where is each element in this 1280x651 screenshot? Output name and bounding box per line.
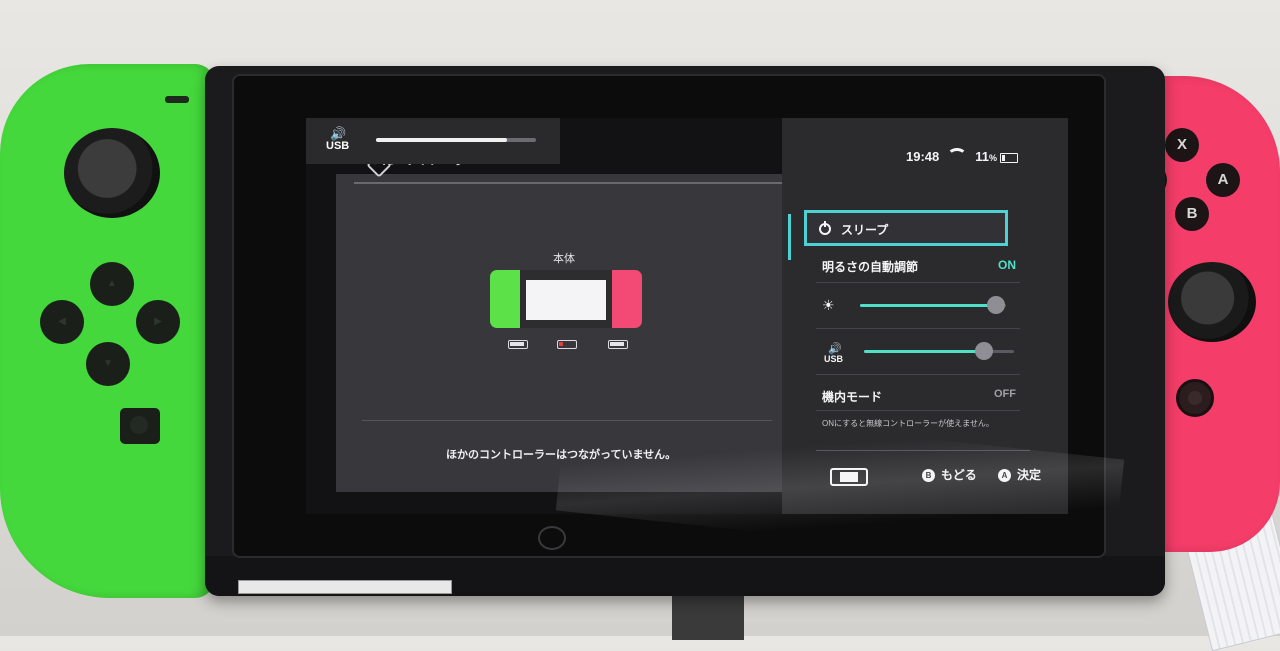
dpad-down-button[interactable]: ▼	[86, 342, 130, 386]
wifi-icon	[947, 148, 968, 164]
b-button[interactable]: B	[1175, 197, 1209, 231]
airplane-mode-note: ONにすると無線コントローラーが使えません。	[822, 419, 994, 428]
a-button-icon: A	[998, 469, 1011, 482]
controllers-panel	[336, 174, 810, 492]
volume-fill	[864, 350, 984, 353]
b-button-icon: B	[922, 469, 935, 482]
left-stick[interactable]	[64, 128, 160, 218]
power-icon	[819, 221, 831, 235]
dpad-left-button[interactable]: ◀	[40, 300, 84, 344]
brightness-slider[interactable]	[860, 296, 1006, 314]
volume-slider[interactable]	[864, 342, 1014, 360]
volume-knob[interactable]	[975, 342, 993, 360]
auto-brightness-toggle[interactable]: 明るさの自動調節 ON	[822, 258, 1016, 275]
volume-hud-bar	[376, 138, 536, 142]
battery-icon	[1000, 152, 1018, 163]
home-button[interactable]	[1176, 379, 1214, 417]
right-joycon-battery-icon	[608, 340, 628, 349]
x-button[interactable]: X	[1165, 128, 1199, 162]
quick-settings-panel: 19:48 11% スリープ 明るさの自動調節 ON ☀ 🔊 USB 機内モード …	[782, 118, 1068, 514]
divider	[816, 282, 1020, 283]
battery-level: 11	[975, 149, 989, 164]
capture-button[interactable]	[120, 408, 160, 444]
airplane-mode-toggle[interactable]: 機内モード OFF	[822, 388, 1016, 405]
brightness-icon: ☀	[822, 297, 835, 313]
label-sticker	[238, 580, 452, 594]
title-underline	[354, 174, 794, 184]
volume-hud: 🔊 USB	[306, 118, 560, 164]
brightness-knob[interactable]	[986, 296, 1005, 314]
mini-right-joycon	[612, 270, 642, 328]
mini-screen	[526, 280, 606, 320]
screen: コントローラー 🔊 USB 本体 ほかのコントローラーはつながっていません。 1…	[306, 118, 1068, 514]
dpad-right-button[interactable]: ▶	[136, 300, 180, 344]
minus-button[interactable]	[165, 96, 189, 103]
footer-divider	[816, 450, 1030, 451]
screen-protector-notch	[538, 526, 566, 550]
right-stick[interactable]	[1168, 262, 1256, 342]
arrow-down-icon: ▼	[103, 358, 113, 369]
console-battery-icon	[557, 340, 577, 349]
dpad-up-button[interactable]: ▲	[90, 262, 134, 306]
left-joycon-battery-icon	[508, 340, 528, 349]
auto-brightness-label: 明るさの自動調節	[822, 260, 919, 274]
back-button[interactable]: B もどる	[922, 466, 977, 483]
divider	[816, 328, 1020, 329]
ok-button[interactable]: A 決定	[998, 466, 1041, 483]
no-controllers-message: ほかのコントローラーはつながっていません。	[446, 449, 677, 461]
arrow-left-icon: ◀	[58, 316, 66, 327]
sleep-button[interactable]: スリープ	[804, 210, 1008, 246]
divider	[362, 420, 772, 421]
divider	[816, 374, 1020, 375]
sleep-label: スリープ	[841, 223, 889, 237]
brightness-fill	[860, 304, 996, 307]
arrow-up-icon: ▲	[107, 278, 117, 289]
back-label: もどる	[941, 468, 977, 482]
volume-source-label: USB	[326, 140, 350, 152]
ok-label: 決定	[1017, 468, 1042, 482]
console-label: 本体	[553, 253, 575, 265]
divider	[816, 410, 1020, 411]
selection-indicator	[788, 214, 791, 260]
volume-source: USB	[824, 354, 844, 364]
volume-hud-fill	[376, 138, 508, 142]
status-bar: 19:48 11%	[906, 148, 1018, 164]
handheld-controller-icon	[830, 468, 868, 486]
a-button[interactable]: A	[1206, 163, 1240, 197]
airplane-mode-label: 機内モード	[822, 390, 883, 404]
mini-left-joycon	[490, 270, 520, 328]
battery-unit: %	[988, 153, 997, 163]
auto-brightness-value: ON	[998, 258, 1016, 272]
airplane-mode-value: OFF	[994, 388, 1016, 400]
arrow-right-icon: ▶	[154, 316, 162, 327]
clock: 19:48	[905, 149, 940, 164]
